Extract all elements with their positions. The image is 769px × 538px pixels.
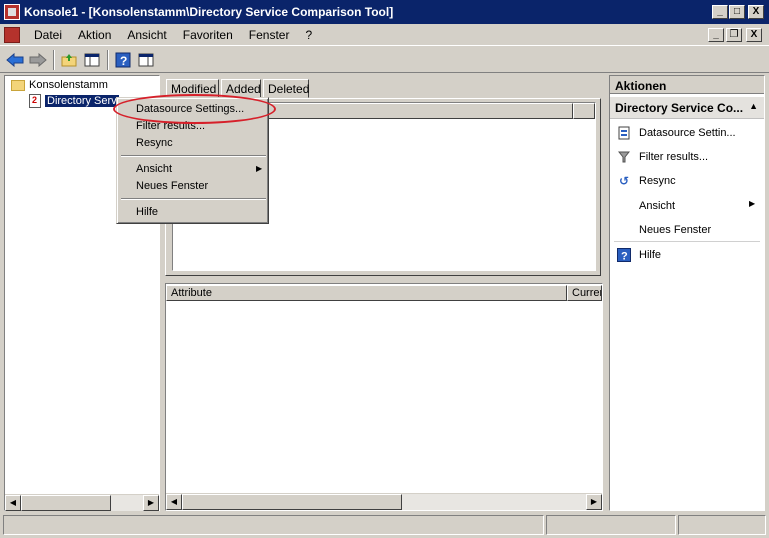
list-header-extra[interactable]	[573, 103, 595, 119]
mdi-restore-button[interactable]: ❐	[726, 28, 742, 42]
toolbar-separator	[107, 49, 109, 70]
menu-separator	[121, 155, 266, 157]
menu-bar: Datei Aktion Ansicht Favoriten Fenster ?…	[0, 24, 769, 46]
tree-item-label: Konsolenstamm	[29, 79, 108, 91]
forward-icon[interactable]	[27, 49, 49, 71]
scroll-right-button[interactable]: ▶	[586, 494, 602, 510]
column-header-attribute[interactable]: Attribute	[166, 285, 567, 301]
scroll-left-button[interactable]: ◀	[166, 494, 182, 510]
context-resync[interactable]: Resync	[136, 137, 173, 149]
maximize-button[interactable]: □	[729, 5, 745, 19]
svg-text:?: ?	[621, 251, 628, 263]
refresh-icon: ↺	[618, 174, 630, 188]
folder-icon	[11, 79, 25, 91]
tree-item-konsolenstamm[interactable]: Konsolenstamm	[11, 79, 108, 91]
svg-text:?: ?	[120, 54, 127, 68]
scroll-right-button[interactable]: ▶	[143, 495, 159, 511]
action-neues-fenster[interactable]: Neues Fenster	[616, 222, 711, 238]
tree-item-label: Directory Serv	[45, 95, 119, 107]
filter-icon	[616, 149, 632, 165]
action-resync[interactable]: ↺ Resync	[616, 173, 676, 189]
menu-aktion[interactable]: Aktion	[70, 28, 119, 42]
action-label: Neues Fenster	[639, 224, 712, 236]
properties-icon[interactable]	[135, 49, 157, 71]
context-filter-results[interactable]: Filter results...	[136, 120, 205, 132]
mdi-minimize-button[interactable]: _	[708, 28, 724, 42]
menu-separator	[121, 198, 266, 200]
context-datasource-settings[interactable]: Datasource Settings...	[136, 103, 244, 115]
collapse-icon[interactable]: ▲	[749, 101, 758, 111]
scroll-thumb[interactable]	[182, 494, 402, 510]
attribute-list[interactable]: Attribute Curren ◀ ▶	[165, 283, 603, 511]
action-hilfe[interactable]: ? Hilfe	[616, 247, 661, 263]
tab-modified[interactable]: Modified	[166, 79, 219, 98]
tab-deleted[interactable]: Deleted	[263, 79, 309, 98]
tree-item-directory-service[interactable]: Directory Serv	[29, 94, 119, 108]
actions-divider	[614, 241, 760, 242]
status-bar-panel	[546, 515, 676, 535]
action-label: Datasource Settin...	[639, 127, 736, 139]
action-datasource-settings[interactable]: Datasource Settin...	[616, 125, 736, 141]
status-bar-main	[3, 515, 544, 535]
action-label: Resync	[639, 175, 676, 187]
status-bar-panel	[678, 515, 766, 535]
console-app-icon	[4, 4, 20, 20]
context-ansicht[interactable]: Ansicht	[136, 163, 172, 175]
context-menu: Datasource Settings... Filter results...…	[116, 97, 269, 224]
menu-datei[interactable]: Datei	[26, 28, 70, 42]
submenu-arrow-icon: ▶	[256, 164, 263, 173]
snapin-icon	[29, 94, 41, 108]
menu-help[interactable]: ?	[297, 28, 320, 42]
close-button[interactable]: X	[748, 5, 764, 19]
action-label: Filter results...	[639, 151, 709, 163]
action-filter-results[interactable]: Filter results...	[616, 149, 708, 165]
actions-header: Aktionen	[610, 76, 764, 94]
column-header-current[interactable]: Curren	[567, 285, 602, 301]
action-label: Ansicht	[639, 200, 676, 212]
blank-icon	[616, 198, 632, 214]
actions-section-header[interactable]: Directory Service Co... ▲	[610, 97, 764, 119]
scroll-left-button[interactable]: ◀	[5, 495, 21, 511]
scroll-track[interactable]	[111, 495, 143, 511]
tree-horizontal-scrollbar[interactable]: ◀ ▶	[5, 494, 159, 511]
menu-favoriten[interactable]: Favoriten	[175, 28, 241, 42]
toolbar: ?	[0, 47, 769, 73]
blank-icon	[616, 222, 632, 238]
scroll-track[interactable]	[402, 494, 586, 510]
window-titlebar: Konsole1 - [Konsolenstamm\Directory Serv…	[0, 0, 769, 24]
window-title: Konsole1 - [Konsolenstamm\Directory Serv…	[24, 5, 394, 19]
tab-added[interactable]: Added	[221, 79, 261, 98]
context-neues-fenster[interactable]: Neues Fenster	[136, 180, 208, 192]
up-folder-icon[interactable]	[58, 49, 80, 71]
action-ansicht[interactable]: Ansicht	[616, 198, 675, 214]
datasource-settings-icon	[616, 125, 632, 141]
show-hide-tree-icon[interactable]	[81, 49, 103, 71]
list-horizontal-scrollbar[interactable]: ◀ ▶	[166, 493, 602, 510]
mmc-system-menu-icon[interactable]	[4, 26, 20, 43]
action-label: Hilfe	[639, 249, 662, 261]
toolbar-separator	[53, 49, 55, 70]
minimize-button[interactable]: _	[712, 5, 728, 19]
help-icon[interactable]: ?	[112, 49, 134, 71]
mdi-close-button[interactable]: X	[746, 28, 762, 42]
menu-ansicht[interactable]: Ansicht	[119, 28, 174, 42]
actions-title: Aktionen	[615, 79, 667, 93]
submenu-arrow-icon: ▶	[749, 199, 756, 208]
scroll-thumb[interactable]	[21, 495, 111, 511]
back-icon[interactable]	[4, 49, 26, 71]
help-icon: ?	[616, 247, 632, 263]
menu-fenster[interactable]: Fenster	[241, 28, 298, 42]
actions-section-title: Directory Service Co...	[615, 101, 744, 115]
context-hilfe[interactable]: Hilfe	[136, 206, 158, 218]
